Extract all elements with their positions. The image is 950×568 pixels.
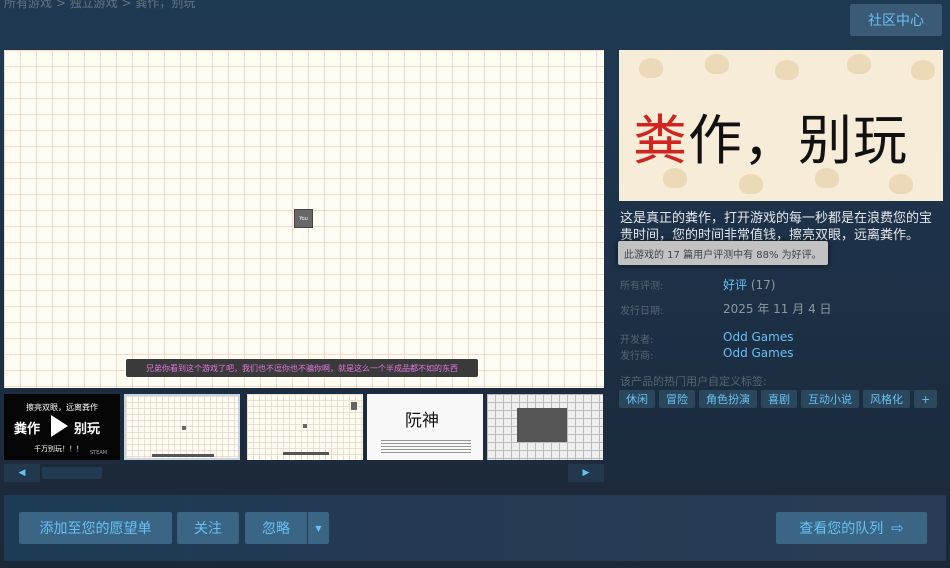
thumbnail-trailer[interactable]: 擦亮双眼，远离粪作 粪作 别玩 千万别玩！！！ STEAM [4,394,120,460]
tag-interactive-fiction[interactable]: 互动小说 [801,390,859,408]
scroll-right-icon[interactable]: ▶ [568,464,604,482]
release-date-value: 2025 年 11 月 4 日 [723,302,832,316]
reviews-label: 所有评测: [620,281,664,292]
tag-stylized[interactable]: 风格化 [863,390,910,408]
developer-label: 开发者: [620,335,654,346]
community-hub-button[interactable]: 社区中心 [850,4,942,36]
thumbnail-subtitle-bar [283,452,329,455]
poop-icon [775,60,799,80]
thumbnail-subtitle-bar [152,454,214,457]
release-date-label: 发行日期: [620,306,664,317]
thumbnail-screenshot-1[interactable] [124,394,240,460]
ignore-button[interactable]: 忽略 [245,512,307,544]
header-capsule-image: 粪作，别玩 [619,50,943,201]
poop-icon [705,54,729,74]
review-tooltip: 此游戏的 17 篇用户评测中有 88% 为好评。 [618,241,828,265]
scroll-handle[interactable] [42,467,102,479]
publisher-label: 发行商: [620,351,654,362]
view-queue-label: 查看您的队列 [799,521,884,537]
add-to-wishlist-button[interactable]: 添加至您的愿望单 [19,512,172,544]
thumbnail-screenshot-4[interactable] [487,394,603,460]
tag-adventure[interactable]: 冒险 [659,390,695,408]
thumbnail-object [351,402,357,410]
breadcrumb[interactable]: 所有游戏 > 独立游戏 > 粪作，别玩 [4,0,195,11]
poop-icon [739,174,763,194]
thumbnail-caption: 擦亮双眼，远离粪作 [26,403,98,412]
capsule-title: 粪作，别玩 [633,96,908,175]
steam-logo: STEAM [90,450,108,456]
poop-icon [911,60,935,80]
poop-icon [847,54,871,74]
main-screenshot[interactable]: You 兄弟你看到这个游戏了吧，我们也不逗你也不骗你啊，就是这么一个半成品都不如… [4,50,604,388]
tag-comedy[interactable]: 喜剧 [761,390,797,408]
poop-icon [639,58,663,78]
tags-label: 该产品的热门用户自定义标签: [620,375,767,388]
thumbnail-sprite [182,426,186,430]
capsule-title-rest: 作，别玩 [688,109,908,172]
capsule-title-red: 粪 [633,109,688,172]
tag-casual[interactable]: 休闲 [619,390,655,408]
tag-more-button[interactable]: + [914,390,938,408]
view-queue-button[interactable]: 查看您的队列 ⇨ [776,512,927,544]
thumbnail-text-block [381,440,471,454]
tag-list: 休闲 冒险 角色扮演 喜剧 互动小说 风格化 + [619,390,938,408]
queue-action-bar: 添加至您的愿望单 关注 忽略 ▼ 查看您的队列 ⇨ [4,495,946,561]
thumbnail-title-left: 粪作 [14,422,41,437]
developer-link[interactable]: Odd Games [723,330,793,344]
thumbnail-scrollbar[interactable]: ◀ ▶ [4,464,604,482]
player-sprite: You [294,209,313,228]
tag-rpg[interactable]: 角色扮演 [699,390,757,408]
thumbnail-dark-block [517,408,567,442]
thumbnail-logo: 阮神 [405,411,439,431]
store-page: 所有游戏 > 独立游戏 > 粪作，别玩 社区中心 You 兄弟你看到这个游戏了吧… [0,0,950,568]
thumbnail-screenshot-3[interactable]: 阮神 [367,394,483,460]
thumbnail-screenshot-2[interactable] [247,394,363,460]
chevron-down-icon[interactable]: ▼ [308,512,329,544]
reviews-value[interactable]: 好评 [723,278,747,292]
dialogue-subtitle: 兄弟你看到这个游戏了吧，我们也不逗你也不骗你啊，就是这么一个半成品都不如的东西 [126,359,478,377]
thumbnail-sprite [303,424,307,428]
thumbnail-strip: 擦亮双眼，远离粪作 粪作 别玩 千万别玩！！！ STEAM 阮神 [4,392,604,462]
arrow-right-icon: ⇨ [891,519,904,537]
thumbnail-caption-2: 千万别玩！！！ [34,445,83,453]
scroll-left-icon[interactable]: ◀ [4,464,40,482]
play-icon [51,415,68,437]
publisher-link[interactable]: Odd Games [723,346,793,360]
thumbnail-title-right: 别玩 [74,422,101,437]
reviews-count: (17) [750,278,776,292]
poop-icon [889,174,913,194]
reviews-summary[interactable]: 好评 (17) [723,276,775,293]
follow-button[interactable]: 关注 [177,512,239,544]
